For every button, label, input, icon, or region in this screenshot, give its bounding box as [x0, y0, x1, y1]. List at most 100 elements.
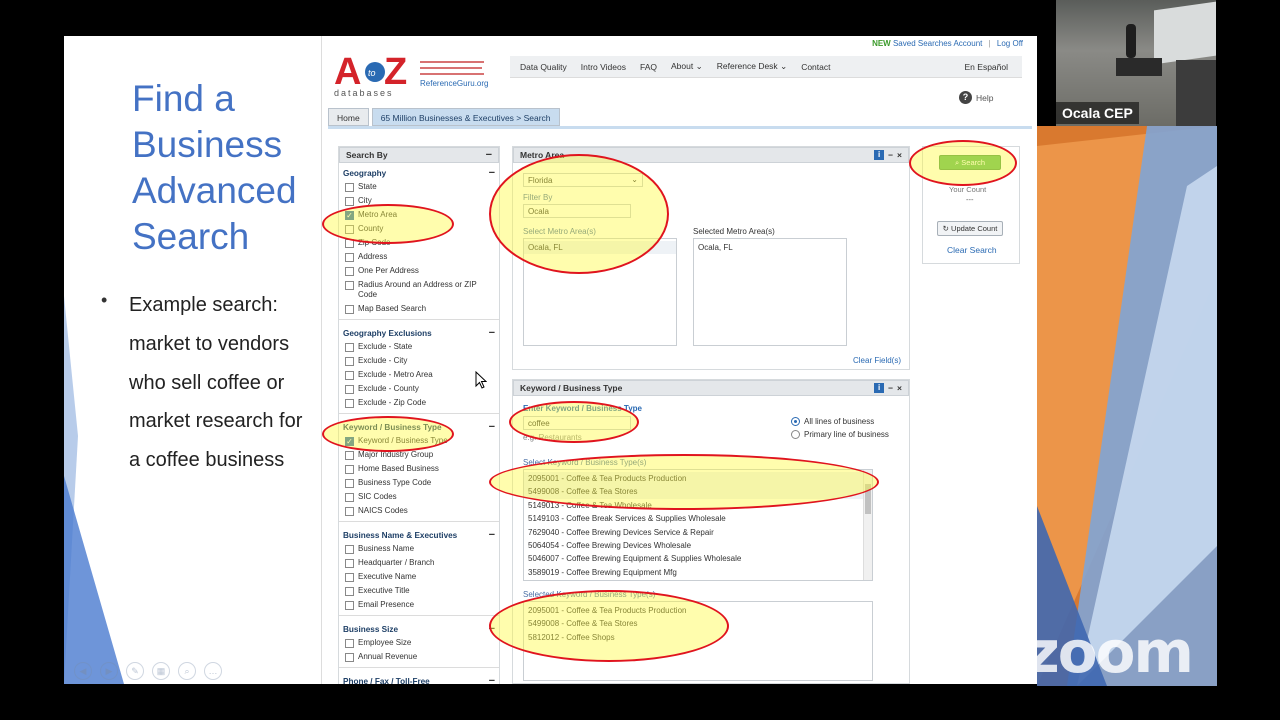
- checkbox-icon[interactable]: [345, 305, 354, 314]
- list-item[interactable]: 5149013 - Coffee & Tea Wholesale: [524, 499, 872, 512]
- checkbox-icon[interactable]: [345, 357, 354, 366]
- checkbox-option[interactable]: Executive Name: [339, 570, 499, 584]
- selected-metro-list[interactable]: Ocala, FL: [693, 238, 847, 346]
- select-keyword-list[interactable]: 2095001 - Coffee & Tea Products Producti…: [523, 469, 873, 581]
- pen-icon[interactable]: ✎: [126, 662, 144, 680]
- checkbox-icon[interactable]: [345, 385, 354, 394]
- list-item[interactable]: 5812012 - Coffee Shops: [524, 631, 872, 644]
- list-item[interactable]: Ocala, FL: [694, 241, 846, 254]
- group-header[interactable]: Business Size −: [339, 619, 499, 636]
- nav-data-quality[interactable]: Data Quality: [520, 62, 567, 72]
- checkbox-option[interactable]: ✓ Metro Area: [339, 208, 499, 222]
- checkbox-checked-icon[interactable]: ✓: [345, 211, 354, 220]
- filter-input[interactable]: Ocala: [523, 204, 631, 218]
- checkbox-option[interactable]: NAICS Codes: [339, 504, 499, 518]
- checkbox-option[interactable]: Business Type Code: [339, 476, 499, 490]
- checkbox-icon[interactable]: [345, 507, 354, 516]
- list-item[interactable]: Ocala, FL: [524, 241, 676, 255]
- checkbox-icon[interactable]: [345, 399, 354, 408]
- group-header[interactable]: Business Name & Executives −: [339, 525, 499, 542]
- checkbox-option[interactable]: Business Name: [339, 542, 499, 556]
- list-item[interactable]: 5046007 - Coffee Brewing Equipment & Sup…: [524, 552, 872, 565]
- collapse-icon[interactable]: −: [489, 168, 495, 179]
- list-item[interactable]: 2095001 - Coffee & Tea Products Producti…: [524, 472, 872, 486]
- collapse-icon[interactable]: −: [489, 676, 495, 685]
- checkbox-icon[interactable]: [345, 343, 354, 352]
- checkbox-icon[interactable]: [345, 239, 354, 248]
- checkbox-icon[interactable]: [345, 281, 354, 290]
- search-button[interactable]: ⌕ Search: [939, 155, 1001, 170]
- checkbox-option[interactable]: SIC Codes: [339, 490, 499, 504]
- update-count-button[interactable]: ↻ Update Count: [937, 221, 1003, 236]
- nav-reference-desk[interactable]: Reference Desk ⌄: [717, 61, 787, 72]
- checkbox-option[interactable]: Executive Title: [339, 584, 499, 598]
- checkbox-option[interactable]: State: [339, 180, 499, 194]
- collapse-icon[interactable]: −: [489, 328, 495, 339]
- nav-faq[interactable]: FAQ: [640, 62, 657, 72]
- checkbox-icon[interactable]: [345, 559, 354, 568]
- list-item[interactable]: 5064054 - Coffee Brewing Devices Wholesa…: [524, 539, 872, 552]
- list-item[interactable]: 2095001 - Coffee & Tea Products Producti…: [524, 604, 872, 617]
- checkbox-icon[interactable]: [345, 587, 354, 596]
- checkbox-option[interactable]: Exclude - Zip Code: [339, 396, 499, 410]
- checkbox-icon[interactable]: [345, 465, 354, 474]
- checkbox-icon[interactable]: [345, 545, 354, 554]
- help-link[interactable]: ? Help: [959, 91, 993, 104]
- checkbox-option[interactable]: County: [339, 222, 499, 236]
- checkbox-option[interactable]: Major Industry Group: [339, 448, 499, 462]
- checkbox-icon[interactable]: [345, 639, 354, 648]
- collapse-icon[interactable]: −: [489, 530, 495, 541]
- checkbox-icon[interactable]: [345, 183, 354, 192]
- collapse-icon[interactable]: −: [489, 624, 495, 635]
- list-item[interactable]: 5149103 - Coffee Break Services & Suppli…: [524, 512, 872, 525]
- list-item[interactable]: 5499008 - Coffee & Tea Stores: [524, 485, 872, 499]
- checkbox-option[interactable]: Radius Around an Address or ZIP Code: [339, 278, 499, 302]
- clear-fields-link[interactable]: Clear Field(s): [853, 356, 901, 365]
- checkbox-option[interactable]: City: [339, 194, 499, 208]
- next-icon[interactable]: ▶: [100, 662, 118, 680]
- checkbox-option[interactable]: Address: [339, 250, 499, 264]
- slides-icon[interactable]: ▦: [152, 662, 170, 680]
- tab-home[interactable]: Home: [328, 108, 369, 126]
- checkbox-icon[interactable]: [345, 479, 354, 488]
- checkbox-option[interactable]: Employee Size: [339, 636, 499, 650]
- checkbox-checked-icon[interactable]: ✓: [345, 437, 354, 446]
- radio-primary-line[interactable]: Primary line of business: [791, 430, 889, 439]
- checkbox-option[interactable]: Exclude - City: [339, 354, 499, 368]
- checkbox-icon[interactable]: [345, 197, 354, 206]
- checkbox-option[interactable]: Exclude - State: [339, 340, 499, 354]
- checkbox-icon[interactable]: [345, 267, 354, 276]
- zoom-icon[interactable]: ⌕: [178, 662, 196, 680]
- list-item[interactable]: 5499008 - Coffee & Tea Stores: [524, 617, 872, 630]
- scrollbar[interactable]: [863, 470, 872, 580]
- selected-keyword-list[interactable]: 2095001 - Coffee & Tea Products Producti…: [523, 601, 873, 681]
- collapse-icon[interactable]: −: [489, 422, 495, 433]
- checkbox-icon[interactable]: [345, 601, 354, 610]
- logoff-link[interactable]: Log Off: [997, 39, 1023, 48]
- nav-intro-videos[interactable]: Intro Videos: [581, 62, 626, 72]
- tab-search[interactable]: 65 Million Businesses & Executives > Sea…: [371, 108, 560, 126]
- language-link[interactable]: En Español: [965, 62, 1008, 72]
- checkbox-option[interactable]: Home Based Business: [339, 462, 499, 476]
- nav-contact[interactable]: Contact: [801, 62, 830, 72]
- group-header[interactable]: Geography Exclusions −: [339, 323, 499, 340]
- previous-icon[interactable]: ◀: [74, 662, 92, 680]
- checkbox-option[interactable]: Email Presence: [339, 598, 499, 612]
- checkbox-icon[interactable]: [345, 653, 354, 662]
- radio-all-lines[interactable]: All lines of business: [791, 417, 874, 426]
- list-item[interactable]: 3589019 - Coffee Brewing Equipment Mfg: [524, 566, 872, 579]
- info-icon[interactable]: i: [874, 383, 885, 393]
- minimize-icon[interactable]: −: [888, 150, 893, 160]
- state-select[interactable]: Florida ⌄: [523, 173, 643, 187]
- info-icon[interactable]: i: [874, 150, 885, 160]
- checkbox-icon[interactable]: [345, 573, 354, 582]
- close-icon[interactable]: ×: [897, 383, 902, 393]
- collapse-icon[interactable]: −: [486, 149, 492, 161]
- checkbox-option[interactable]: One Per Address: [339, 264, 499, 278]
- group-header[interactable]: Geography −: [339, 163, 499, 180]
- close-icon[interactable]: ×: [897, 150, 902, 160]
- checkbox-icon[interactable]: [345, 451, 354, 460]
- checkbox-icon[interactable]: [345, 253, 354, 262]
- select-metro-list[interactable]: Ocala, FL: [523, 238, 677, 346]
- checkbox-option[interactable]: ✓ Keyword / Business Type: [339, 434, 499, 448]
